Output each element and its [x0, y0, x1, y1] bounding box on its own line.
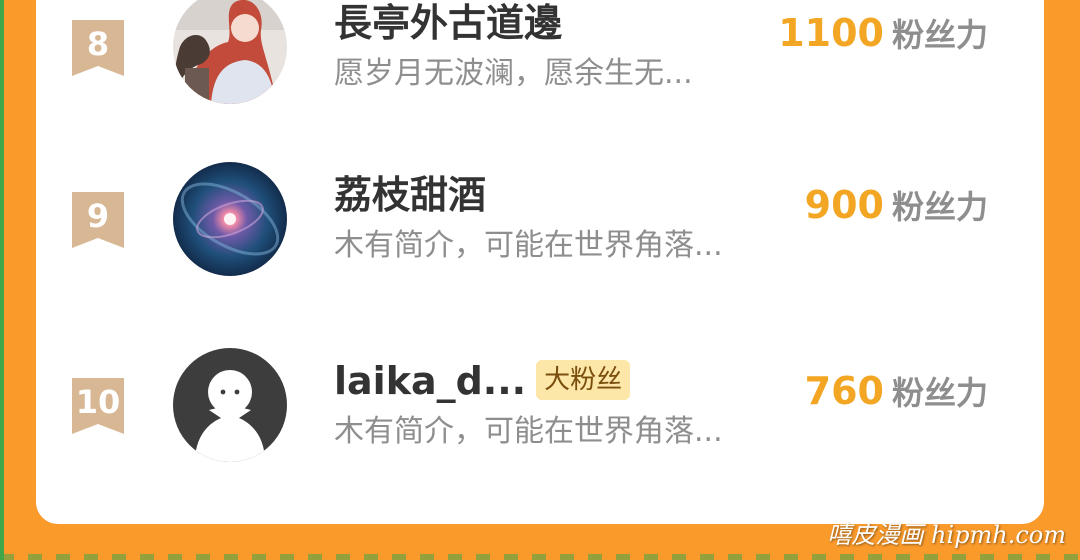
fan-power-score: 1100 粉丝力 [778, 10, 988, 64]
fan-power-score: 760 粉丝力 [805, 368, 988, 422]
default-user-avatar-icon [173, 348, 287, 462]
list-item[interactable]: 9 荔枝甜酒 木有简介，可能在世界角落... 900 粉丝力 [36, 152, 1044, 282]
big-fan-tag: 大粉丝 [536, 359, 631, 400]
rank-number: 9 [86, 197, 110, 235]
anime-couple-avatar-icon [173, 0, 287, 104]
fan-power-value: 900 [804, 183, 884, 227]
list-item[interactable]: 8 長亭外古道邊 愿岁月无波澜，愿余生无... 1100 粉丝力 [36, 0, 1044, 110]
fan-power-unit: 粉丝力 [891, 188, 988, 226]
page: 8 長亭外古道邊 愿岁月无波澜，愿余生无... 1100 粉丝力 9 荔枝甜酒 … [0, 0, 1080, 560]
list-item[interactable]: 10 laika_d... 大粉丝 木有简介，可能在世界角落... 760 粉丝力 [36, 338, 1044, 468]
rank-ribbon-badge: 8 [72, 20, 124, 76]
user-description: 愿岁月无波澜，愿余生无... [334, 56, 693, 91]
user-name[interactable]: 荔枝甜酒 [334, 172, 486, 218]
user-description: 木有简介，可能在世界角落... [334, 414, 723, 449]
rank-number: 10 [75, 383, 121, 421]
user-name-text: laika_d... [334, 359, 527, 403]
user-name[interactable]: laika_d... 大粉丝 [334, 358, 631, 404]
site-watermark: 嘻皮漫画 hipmh.com [827, 521, 1066, 549]
user-description: 木有简介，可能在世界角落... [334, 228, 723, 263]
user-name-text: 荔枝甜酒 [334, 173, 487, 217]
avatar[interactable] [173, 0, 287, 104]
fan-power-unit: 粉丝力 [891, 16, 988, 54]
rank-ribbon-badge: 9 [72, 192, 124, 248]
avatar[interactable] [173, 348, 287, 462]
bottom-decorative-stripe [0, 554, 1080, 560]
fan-power-value: 1100 [778, 11, 884, 55]
ranking-list-card: 8 長亭外古道邊 愿岁月无波澜，愿余生无... 1100 粉丝力 9 荔枝甜酒 … [36, 0, 1044, 524]
galaxy-avatar-icon [173, 162, 287, 276]
user-name-text: 長亭外古道邊 [334, 1, 563, 45]
avatar[interactable] [173, 162, 287, 276]
fan-power-score: 900 粉丝力 [805, 182, 988, 236]
rank-ribbon-badge: 10 [72, 378, 124, 434]
fan-power-unit: 粉丝力 [891, 374, 988, 412]
user-name[interactable]: 長亭外古道邊 [334, 0, 562, 46]
rank-number: 8 [86, 25, 110, 63]
fan-power-value: 760 [804, 369, 884, 413]
